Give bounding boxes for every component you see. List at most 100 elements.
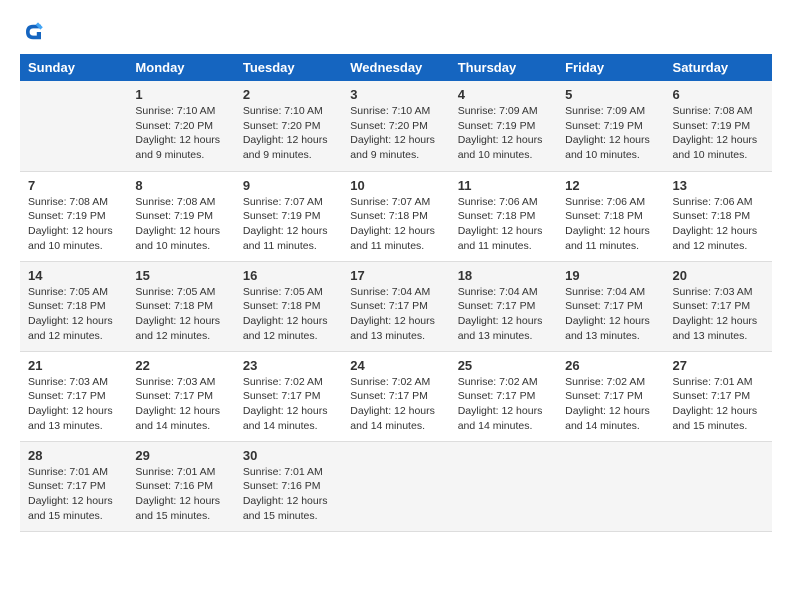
day-number: 11 <box>458 178 549 193</box>
day-info: Sunrise: 7:08 AM Sunset: 7:19 PM Dayligh… <box>28 195 119 254</box>
calendar-cell: 30 Sunrise: 7:01 AM Sunset: 7:16 PM Dayli… <box>235 441 342 531</box>
day-info: Sunrise: 7:01 AM Sunset: 7:16 PM Dayligh… <box>135 465 226 524</box>
day-number: 8 <box>135 178 226 193</box>
day-number: 6 <box>673 87 764 102</box>
day-info: Sunrise: 7:10 AM Sunset: 7:20 PM Dayligh… <box>135 104 226 163</box>
day-info: Sunrise: 7:08 AM Sunset: 7:19 PM Dayligh… <box>135 195 226 254</box>
day-number: 4 <box>458 87 549 102</box>
calendar-cell: 22 Sunrise: 7:03 AM Sunset: 7:17 PM Dayli… <box>127 351 234 441</box>
day-info: Sunrise: 7:09 AM Sunset: 7:19 PM Dayligh… <box>565 104 656 163</box>
day-info: Sunrise: 7:06 AM Sunset: 7:18 PM Dayligh… <box>458 195 549 254</box>
day-info: Sunrise: 7:02 AM Sunset: 7:17 PM Dayligh… <box>565 375 656 434</box>
calendar-cell: 8 Sunrise: 7:08 AM Sunset: 7:19 PM Daylig… <box>127 171 234 261</box>
day-number: 10 <box>350 178 441 193</box>
calendar-cell <box>557 441 664 531</box>
day-number: 17 <box>350 268 441 283</box>
day-number: 5 <box>565 87 656 102</box>
calendar-cell: 2 Sunrise: 7:10 AM Sunset: 7:20 PM Daylig… <box>235 81 342 171</box>
calendar-cell: 1 Sunrise: 7:10 AM Sunset: 7:20 PM Daylig… <box>127 81 234 171</box>
day-number: 20 <box>673 268 764 283</box>
day-info: Sunrise: 7:03 AM Sunset: 7:17 PM Dayligh… <box>135 375 226 434</box>
day-number: 30 <box>243 448 334 463</box>
calendar-cell: 19Sunrise: 7:04 AM Sunset: 7:17 PM Dayli… <box>557 261 664 351</box>
calendar-cell: 3 Sunrise: 7:10 AM Sunset: 7:20 PM Daylig… <box>342 81 449 171</box>
day-info: Sunrise: 7:02 AM Sunset: 7:17 PM Dayligh… <box>243 375 334 434</box>
calendar-week-row: 21 Sunrise: 7:03 AM Sunset: 7:17 PM Dayli… <box>20 351 772 441</box>
day-info: Sunrise: 7:01 AM Sunset: 7:17 PM Dayligh… <box>28 465 119 524</box>
column-header-saturday: Saturday <box>665 54 772 81</box>
day-number: 26 <box>565 358 656 373</box>
header <box>20 20 772 44</box>
column-header-friday: Friday <box>557 54 664 81</box>
calendar-cell: 15 Sunrise: 7:05 AM Sunset: 7:18 PM Dayli… <box>127 261 234 351</box>
day-info: Sunrise: 7:01 AM Sunset: 7:17 PM Dayligh… <box>673 375 764 434</box>
logo <box>20 20 48 44</box>
day-info: Sunrise: 7:06 AM Sunset: 7:18 PM Dayligh… <box>565 195 656 254</box>
day-info: Sunrise: 7:05 AM Sunset: 7:18 PM Dayligh… <box>28 285 119 344</box>
day-number: 12 <box>565 178 656 193</box>
calendar-week-row: 1 Sunrise: 7:10 AM Sunset: 7:20 PM Daylig… <box>20 81 772 171</box>
day-number: 15 <box>135 268 226 283</box>
calendar-cell: 26 Sunrise: 7:02 AM Sunset: 7:17 PM Dayli… <box>557 351 664 441</box>
day-number: 19 <box>565 268 656 283</box>
calendar-cell <box>450 441 557 531</box>
day-info: Sunrise: 7:06 AM Sunset: 7:18 PM Dayligh… <box>673 195 764 254</box>
calendar-cell: 16 Sunrise: 7:05 AM Sunset: 7:18 PM Dayli… <box>235 261 342 351</box>
day-info: Sunrise: 7:10 AM Sunset: 7:20 PM Dayligh… <box>243 104 334 163</box>
day-number: 2 <box>243 87 334 102</box>
calendar-cell: 9Sunrise: 7:07 AM Sunset: 7:19 PM Daylig… <box>235 171 342 261</box>
calendar-cell <box>342 441 449 531</box>
day-info: Sunrise: 7:03 AM Sunset: 7:17 PM Dayligh… <box>28 375 119 434</box>
calendar-cell: 6 Sunrise: 7:08 AM Sunset: 7:19 PM Daylig… <box>665 81 772 171</box>
day-number: 29 <box>135 448 226 463</box>
day-number: 7 <box>28 178 119 193</box>
calendar-cell: 5 Sunrise: 7:09 AM Sunset: 7:19 PM Daylig… <box>557 81 664 171</box>
column-header-thursday: Thursday <box>450 54 557 81</box>
calendar-table: SundayMondayTuesdayWednesdayThursdayFrid… <box>20 54 772 532</box>
calendar-cell: 14 Sunrise: 7:05 AM Sunset: 7:18 PM Dayli… <box>20 261 127 351</box>
column-header-tuesday: Tuesday <box>235 54 342 81</box>
day-info: Sunrise: 7:07 AM Sunset: 7:18 PM Dayligh… <box>350 195 441 254</box>
column-header-monday: Monday <box>127 54 234 81</box>
calendar-cell: 10 Sunrise: 7:07 AM Sunset: 7:18 PM Dayli… <box>342 171 449 261</box>
calendar-cell <box>20 81 127 171</box>
day-number: 14 <box>28 268 119 283</box>
day-number: 22 <box>135 358 226 373</box>
logo-icon <box>20 20 44 44</box>
calendar-cell: 4Sunrise: 7:09 AM Sunset: 7:19 PM Daylig… <box>450 81 557 171</box>
calendar-cell: 23 Sunrise: 7:02 AM Sunset: 7:17 PM Dayli… <box>235 351 342 441</box>
day-number: 27 <box>673 358 764 373</box>
day-number: 13 <box>673 178 764 193</box>
day-info: Sunrise: 7:03 AM Sunset: 7:17 PM Dayligh… <box>673 285 764 344</box>
day-number: 24 <box>350 358 441 373</box>
calendar-cell: 18 Sunrise: 7:04 AM Sunset: 7:17 PM Dayli… <box>450 261 557 351</box>
day-number: 9 <box>243 178 334 193</box>
calendar-cell: 25 Sunrise: 7:02 AM Sunset: 7:17 PM Dayli… <box>450 351 557 441</box>
day-info: Sunrise: 7:02 AM Sunset: 7:17 PM Dayligh… <box>458 375 549 434</box>
day-info: Sunrise: 7:04 AM Sunset: 7:17 PM Dayligh… <box>350 285 441 344</box>
day-number: 18 <box>458 268 549 283</box>
day-number: 21 <box>28 358 119 373</box>
day-info: Sunrise: 7:05 AM Sunset: 7:18 PM Dayligh… <box>135 285 226 344</box>
day-info: Sunrise: 7:01 AM Sunset: 7:16 PM Dayligh… <box>243 465 334 524</box>
calendar-header-row: SundayMondayTuesdayWednesdayThursdayFrid… <box>20 54 772 81</box>
calendar-week-row: 7 Sunrise: 7:08 AM Sunset: 7:19 PM Daylig… <box>20 171 772 261</box>
calendar-cell: 7 Sunrise: 7:08 AM Sunset: 7:19 PM Daylig… <box>20 171 127 261</box>
calendar-cell: 17 Sunrise: 7:04 AM Sunset: 7:17 PM Dayli… <box>342 261 449 351</box>
day-number: 16 <box>243 268 334 283</box>
day-info: Sunrise: 7:05 AM Sunset: 7:18 PM Dayligh… <box>243 285 334 344</box>
calendar-cell: 13 Sunrise: 7:06 AM Sunset: 7:18 PM Dayli… <box>665 171 772 261</box>
day-number: 25 <box>458 358 549 373</box>
calendar-cell: 28Sunrise: 7:01 AM Sunset: 7:17 PM Dayli… <box>20 441 127 531</box>
day-number: 3 <box>350 87 441 102</box>
calendar-cell: 24Sunrise: 7:02 AM Sunset: 7:17 PM Dayli… <box>342 351 449 441</box>
day-info: Sunrise: 7:04 AM Sunset: 7:17 PM Dayligh… <box>458 285 549 344</box>
day-number: 1 <box>135 87 226 102</box>
day-number: 23 <box>243 358 334 373</box>
calendar-cell: 29 Sunrise: 7:01 AM Sunset: 7:16 PM Dayli… <box>127 441 234 531</box>
calendar-week-row: 14 Sunrise: 7:05 AM Sunset: 7:18 PM Dayli… <box>20 261 772 351</box>
day-info: Sunrise: 7:10 AM Sunset: 7:20 PM Dayligh… <box>350 104 441 163</box>
day-info: Sunrise: 7:08 AM Sunset: 7:19 PM Dayligh… <box>673 104 764 163</box>
column-header-wednesday: Wednesday <box>342 54 449 81</box>
calendar-cell: 27 Sunrise: 7:01 AM Sunset: 7:17 PM Dayli… <box>665 351 772 441</box>
